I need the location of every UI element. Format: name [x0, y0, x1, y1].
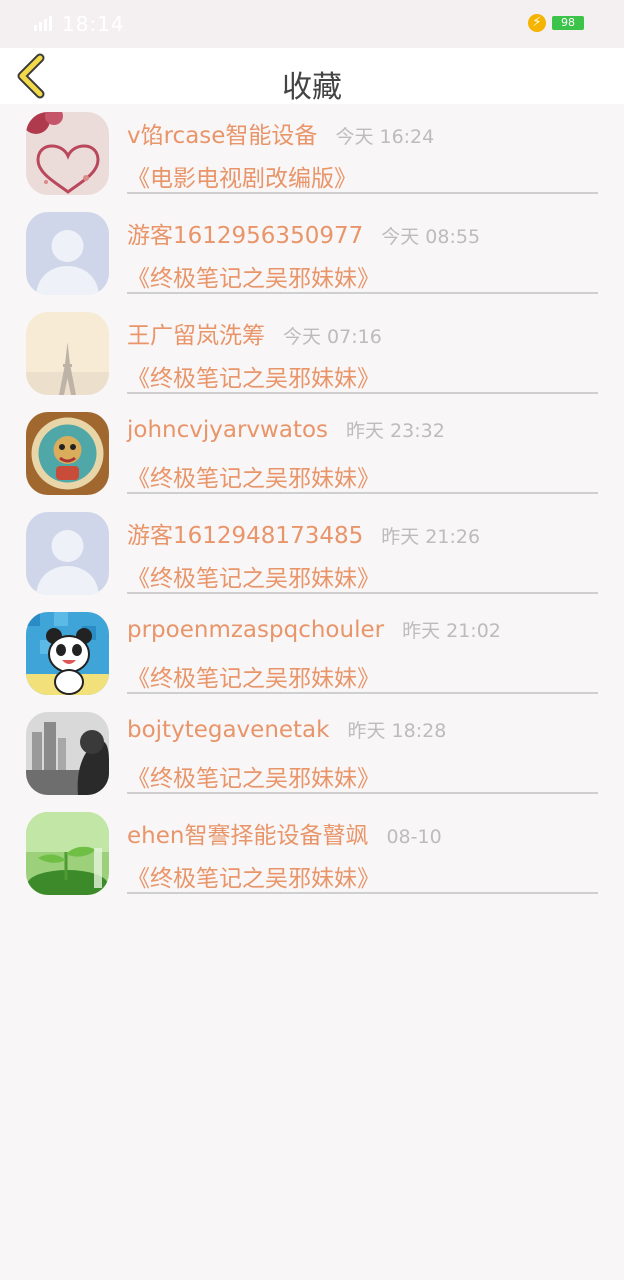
green-sprout-avatar: [26, 812, 109, 895]
city-photo-avatar: [26, 712, 109, 795]
divider: [127, 792, 598, 794]
divider: [127, 892, 598, 894]
favorite-meta: v馅rcase智能设备 今天 16:24: [127, 116, 434, 150]
work-title: 《终极笔记之吴邪妹妹》: [127, 866, 380, 892]
signal-icon: [34, 12, 56, 36]
favorite-item[interactable]: johncvjyarvwatos 昨天 23:32 《终极笔记之吴邪妹妹》: [0, 404, 624, 504]
timestamp: 昨天 21:26: [381, 526, 481, 548]
favorite-meta: johncvjyarvwatos 昨天 23:32: [127, 416, 445, 443]
work-title: 《终极笔记之吴邪妹妹》: [127, 466, 380, 492]
favorite-meta: prpoenmzaspqchouler 昨天 21:02: [127, 616, 501, 643]
work-title: 《终极笔记之吴邪妹妹》: [127, 666, 380, 692]
work-title: 《电影电视剧改编版》: [127, 166, 357, 192]
work-title: 《终极笔记之吴邪妹妹》: [127, 766, 380, 792]
user-name: johncvjyarvwatos: [127, 417, 329, 443]
favorite-meta: 王广留岚洗筹 今天 07:16: [127, 316, 382, 350]
work-title: 《终极笔记之吴邪妹妹》: [127, 566, 380, 592]
user-name: bojtytegavenetak: [127, 717, 330, 743]
timestamp: 今天 08:55: [381, 226, 481, 248]
favorite-meta: 游客1612948173485 昨天 21:26: [127, 516, 480, 550]
favorite-meta: bojtytegavenetak 昨天 18:28: [127, 716, 446, 743]
panda-avatar: [26, 612, 109, 695]
status-bar: 18:14 ⚡ 98: [0, 0, 624, 48]
eiffel-tower-avatar: [26, 312, 109, 395]
divider: [127, 492, 598, 494]
lace-heart-avatar: [26, 112, 109, 195]
timestamp: 08-10: [386, 826, 442, 848]
status-time: 18:14: [62, 12, 125, 36]
favorite-item[interactable]: 游客1612956350977 今天 08:55 《终极笔记之吴邪妹妹》: [0, 204, 624, 304]
user-name: 游客1612956350977: [127, 223, 364, 249]
nav-bar: 收藏: [0, 48, 624, 105]
favorite-item[interactable]: 游客1612948173485 昨天 21:26 《终极笔记之吴邪妹妹》: [0, 504, 624, 604]
favorite-meta: ehen智謇择能设备瞽飒 08-10: [127, 816, 442, 850]
divider: [127, 692, 598, 694]
favorite-meta: 游客1612956350977 今天 08:55: [127, 216, 480, 250]
default-user-avatar: [26, 512, 109, 595]
timestamp: 今天 07:16: [283, 326, 382, 348]
favorite-item[interactable]: v馅rcase智能设备 今天 16:24 《电影电视剧改编版》: [0, 104, 624, 204]
page-title: 收藏: [282, 70, 342, 105]
user-name: v馅rcase智能设备: [127, 123, 318, 149]
favorite-item[interactable]: ehen智謇择能设备瞽飒 08-10 《终极笔记之吴邪妹妹》: [0, 804, 624, 904]
user-name: ehen智謇择能设备瞽飒: [127, 823, 369, 849]
charging-icon: ⚡: [528, 14, 546, 32]
divider: [127, 592, 598, 594]
status-left: 18:14: [34, 12, 125, 36]
default-user-avatar: [26, 212, 109, 295]
divider: [127, 292, 598, 294]
favorite-item[interactable]: 王广留岚洗筹 今天 07:16 《终极笔记之吴邪妹妹》: [0, 304, 624, 404]
timestamp: 昨天 18:28: [347, 720, 447, 742]
user-name: 王广留岚洗筹: [127, 323, 265, 349]
user-name: prpoenmzaspqchouler: [127, 617, 385, 643]
work-title: 《终极笔记之吴邪妹妹》: [127, 366, 380, 392]
user-name: 游客1612948173485: [127, 523, 364, 549]
timestamp: 今天 16:24: [335, 126, 435, 148]
favorite-item[interactable]: bojtytegavenetak 昨天 18:28 《终极笔记之吴邪妹妹》: [0, 704, 624, 804]
cartoon-emblem-avatar: [26, 412, 109, 495]
work-title: 《终极笔记之吴邪妹妹》: [127, 266, 380, 292]
battery-level: 98: [552, 16, 584, 30]
status-right: ⚡ 98: [528, 14, 584, 32]
favorite-item[interactable]: prpoenmzaspqchouler 昨天 21:02 《终极笔记之吴邪妹妹》: [0, 604, 624, 704]
timestamp: 昨天 23:32: [346, 420, 445, 442]
divider: [127, 392, 598, 394]
timestamp: 昨天 21:02: [402, 620, 501, 642]
favorites-list: v馅rcase智能设备 今天 16:24 《电影电视剧改编版》 游客161295…: [0, 104, 624, 904]
divider: [127, 192, 598, 194]
